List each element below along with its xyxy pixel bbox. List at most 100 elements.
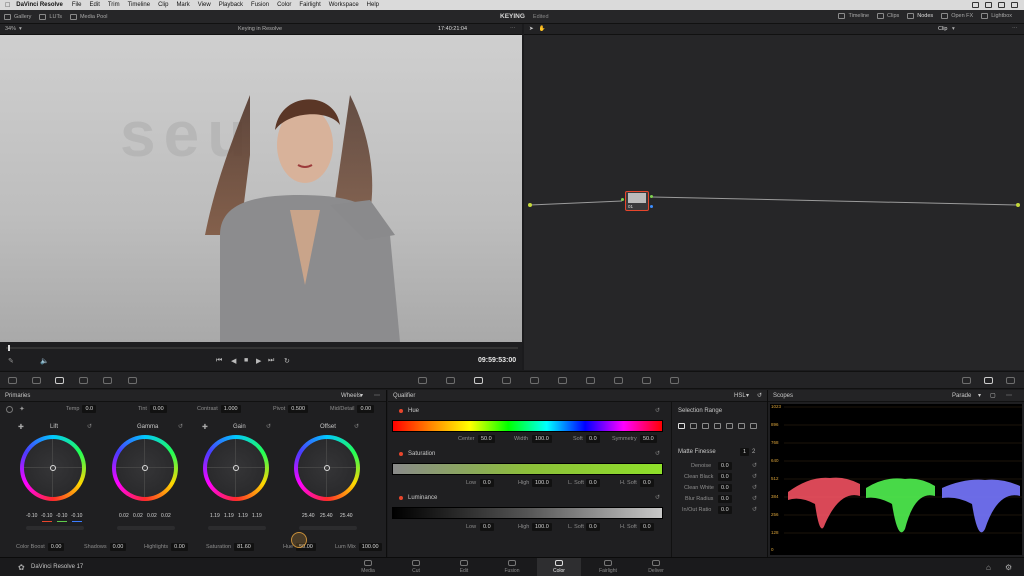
- scrubber-bar[interactable]: [6, 347, 518, 349]
- blur-radius-value[interactable]: 0.0: [718, 495, 732, 503]
- offset-r-value[interactable]: 25.40: [302, 513, 315, 519]
- nodes-button[interactable]: Nodes: [907, 13, 933, 19]
- tint-value[interactable]: 0.00: [149, 405, 167, 413]
- feather-plus-icon[interactable]: [726, 423, 733, 429]
- chevron-down-icon[interactable]: ▾: [19, 26, 22, 32]
- luminance-hsoft-value[interactable]: 0.0: [640, 523, 654, 531]
- highlights-value[interactable]: 0.00: [171, 543, 188, 551]
- offset-master-slider[interactable]: [299, 526, 357, 530]
- reset-all-icon[interactable]: [6, 406, 13, 413]
- offset-wheel[interactable]: [294, 435, 360, 501]
- more-options-icon[interactable]: ⋯: [374, 392, 380, 399]
- stop-icon[interactable]: ■: [244, 357, 248, 364]
- gain-master-slider[interactable]: [208, 526, 266, 530]
- luminance-enable-dot[interactable]: [399, 496, 403, 500]
- zoom-level[interactable]: 34%: [5, 26, 16, 32]
- menu-playback[interactable]: Playback: [219, 2, 243, 8]
- gamma-r-value[interactable]: 0.02: [133, 513, 143, 519]
- reset-hue-icon[interactable]: ↺: [655, 407, 660, 414]
- gamma-y-value[interactable]: 0.02: [119, 513, 129, 519]
- tint-control[interactable]: Tint 0.00: [138, 405, 167, 413]
- saturation-control[interactable]: Saturation 81.60: [206, 543, 254, 551]
- auto-balance-icon[interactable]: ✦: [19, 405, 25, 413]
- saturation-hsoft-value[interactable]: 0.0: [640, 479, 654, 487]
- reset-denoise-icon[interactable]: ↺: [752, 462, 757, 469]
- open-fx-button[interactable]: Open FX: [941, 13, 973, 19]
- gamma-g-value[interactable]: 0.02: [147, 513, 157, 519]
- go-to-start-icon[interactable]: ⏮: [216, 357, 222, 365]
- pen-icon[interactable]: ✎: [8, 357, 14, 365]
- invert-icon[interactable]: [738, 423, 745, 429]
- media-pool-button[interactable]: Media Pool: [69, 13, 107, 20]
- lift-wheel[interactable]: [20, 435, 86, 501]
- reset-blur-radius-icon[interactable]: ↺: [752, 495, 757, 502]
- reset-in-out-ratio-icon[interactable]: ↺: [752, 506, 757, 513]
- menu-workspace[interactable]: Workspace: [329, 2, 359, 8]
- pivot-value[interactable]: 0.500: [288, 405, 308, 413]
- saturation-low-value[interactable]: 0.0: [480, 479, 494, 487]
- menu-fusion[interactable]: Fusion: [251, 2, 269, 8]
- output-dot[interactable]: [1016, 203, 1020, 207]
- go-to-end-icon[interactable]: ⏭: [268, 357, 274, 365]
- mid-detail-control[interactable]: Mid/Detail 0.00: [330, 405, 375, 413]
- offset-g-value[interactable]: 25.40: [320, 513, 333, 519]
- node-key-dot[interactable]: [650, 205, 653, 208]
- source-input-dot[interactable]: [528, 203, 532, 207]
- lift-r-value[interactable]: -0.10: [41, 513, 52, 519]
- hand-icon[interactable]: ✋: [539, 26, 546, 32]
- control-center-icon[interactable]: [1011, 2, 1018, 8]
- reset-offset-icon[interactable]: ↺: [354, 423, 359, 430]
- crosshair-icon[interactable]: ✚: [18, 423, 24, 431]
- color-boost-control[interactable]: Color Boost 0.00: [16, 543, 65, 551]
- menu-file[interactable]: File: [72, 2, 82, 8]
- color-warper-icon[interactable]: [446, 377, 455, 384]
- pointer-icon[interactable]: ➤: [529, 26, 534, 32]
- feather-minus-icon[interactable]: [714, 423, 721, 429]
- page-fusion[interactable]: Fusion: [490, 560, 534, 574]
- picker-minus-icon[interactable]: [690, 423, 697, 429]
- app-menu[interactable]: DaVinci Resolve: [16, 2, 63, 8]
- page-deliver[interactable]: Deliver: [634, 560, 678, 574]
- luminance-high-value[interactable]: 100.0: [532, 523, 552, 531]
- page-cut[interactable]: Cut: [394, 560, 438, 574]
- menu-trim[interactable]: Trim: [108, 2, 120, 8]
- blur-icon[interactable]: [586, 377, 595, 384]
- reset-selection-icon[interactable]: [750, 423, 757, 429]
- color-boost-value[interactable]: 0.00: [47, 543, 65, 551]
- hue-center-value[interactable]: 50.0: [478, 435, 495, 443]
- temp-control[interactable]: Temp 0.0: [66, 405, 97, 413]
- color-wheels-icon[interactable]: [55, 377, 64, 384]
- expand-icon[interactable]: ▢: [990, 392, 996, 399]
- menu-edit[interactable]: Edit: [90, 2, 100, 8]
- page-media[interactable]: Media: [346, 560, 390, 574]
- info-icon[interactable]: [1006, 377, 1015, 384]
- audio-icon[interactable]: 🔈: [40, 357, 49, 365]
- menu-timeline[interactable]: Timeline: [128, 2, 150, 8]
- sizing-icon[interactable]: [642, 377, 651, 384]
- hue-soft-value[interactable]: 0.0: [586, 435, 600, 443]
- reset-lift-icon[interactable]: ↺: [87, 423, 92, 430]
- playhead[interactable]: [8, 345, 10, 351]
- loop-icon[interactable]: ↻: [284, 357, 290, 365]
- gain-wheel[interactable]: [203, 435, 269, 501]
- home-icon[interactable]: ⌂: [986, 563, 991, 572]
- hue-range-bar[interactable]: [392, 420, 663, 432]
- lift-y-value[interactable]: -0.10: [26, 513, 37, 519]
- hue-symmetry-value[interactable]: 50.0: [640, 435, 657, 443]
- qualifier-icon[interactable]: [474, 377, 483, 384]
- reset-icon[interactable]: ↺: [757, 392, 762, 399]
- contrast-value[interactable]: 1.000: [220, 405, 241, 413]
- page-edit[interactable]: Edit: [442, 560, 486, 574]
- gain-y-value[interactable]: 1.19: [210, 513, 220, 519]
- video-viewer[interactable]: seu: [0, 35, 522, 342]
- camera-raw-icon[interactable]: [8, 377, 17, 384]
- mid-detail-value[interactable]: 0.00: [357, 405, 375, 413]
- color-node[interactable]: 01: [625, 191, 649, 211]
- curves-icon[interactable]: [418, 377, 427, 384]
- gain-b-value[interactable]: 1.19: [252, 513, 262, 519]
- chevron-down-icon[interactable]: ▾: [978, 392, 981, 399]
- menu-mark[interactable]: Mark: [176, 2, 189, 8]
- more-options-icon[interactable]: ⋯: [510, 26, 516, 32]
- temp-value[interactable]: 0.0: [82, 405, 97, 413]
- menu-fairlight[interactable]: Fairlight: [299, 2, 320, 8]
